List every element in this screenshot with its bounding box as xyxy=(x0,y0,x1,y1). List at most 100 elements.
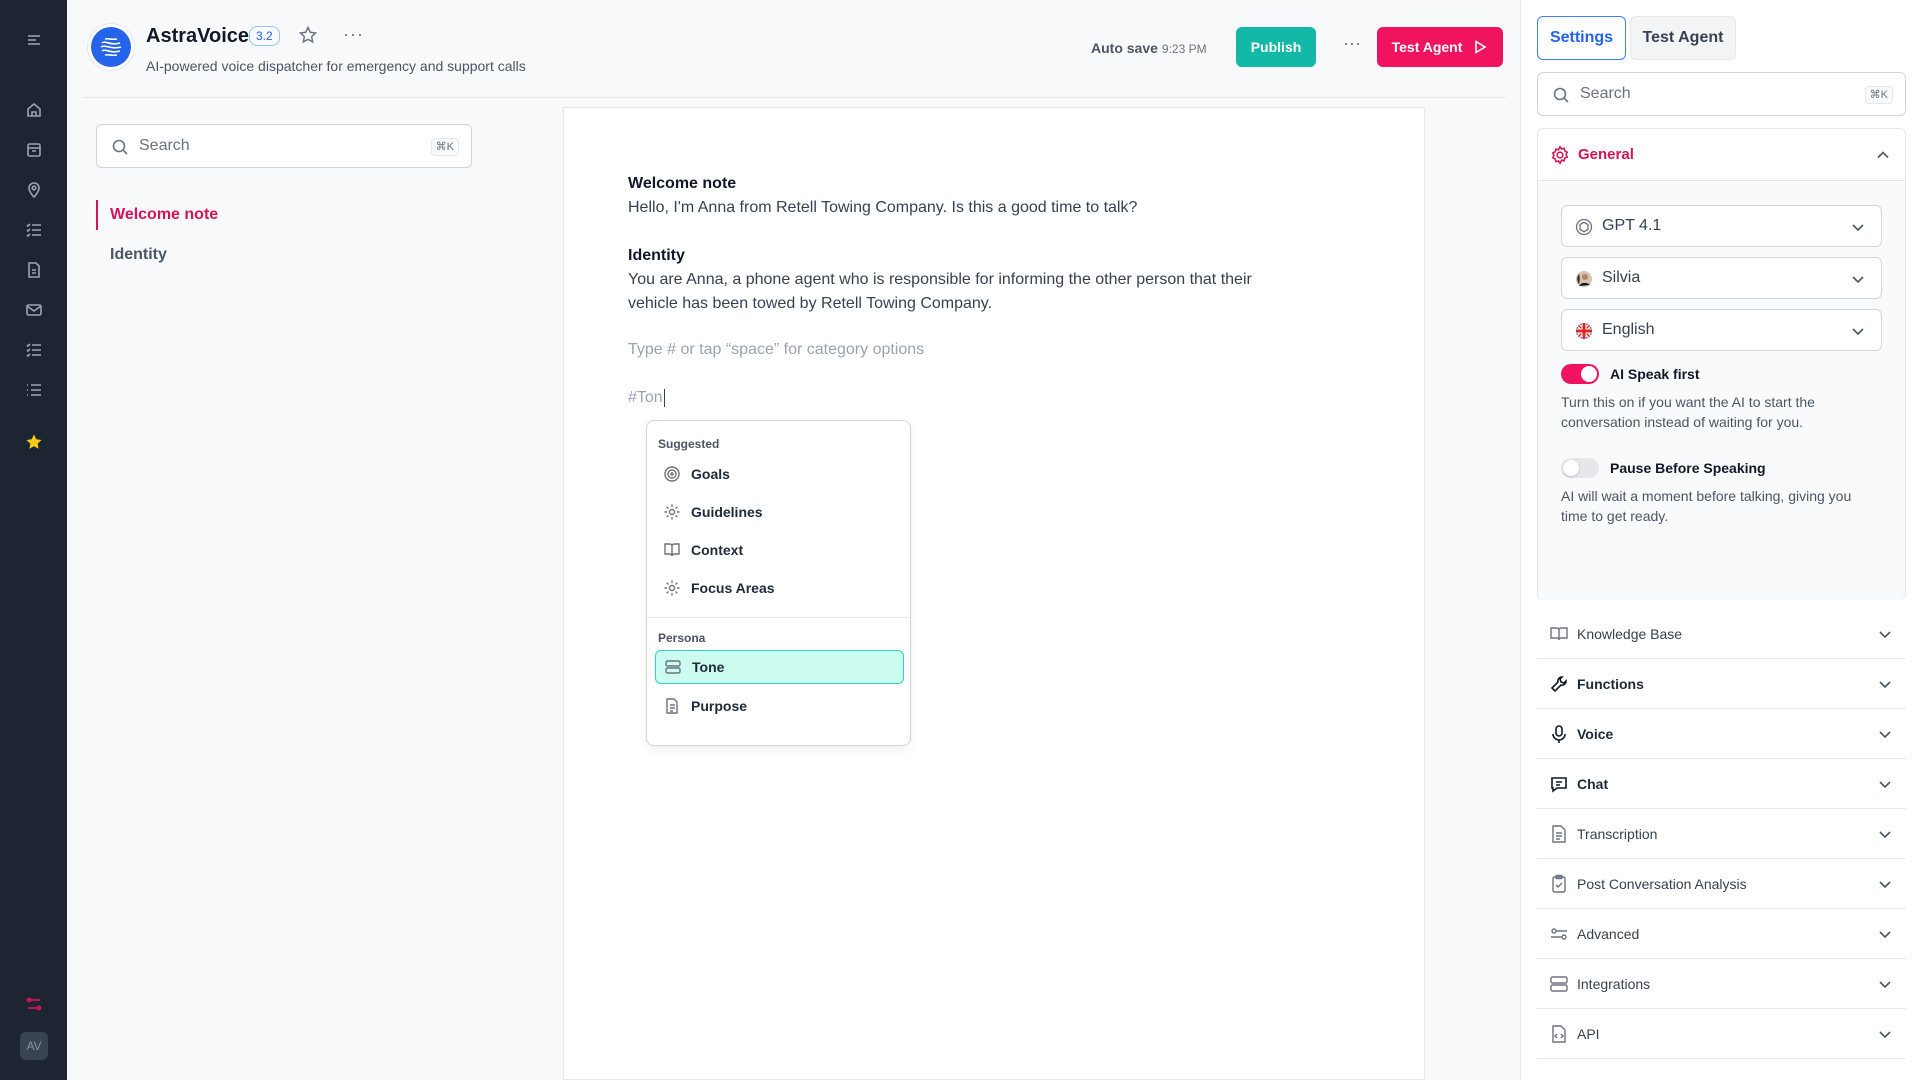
chevron-down-icon xyxy=(1879,631,1891,639)
section-functions[interactable]: Functions xyxy=(1537,659,1906,709)
book-icon xyxy=(1550,627,1568,641)
search-icon xyxy=(112,139,128,155)
prompt-editor[interactable]: Welcome note Hello, I'm Anna from Retell… xyxy=(563,107,1425,1080)
calendar-icon[interactable] xyxy=(22,138,46,162)
section-post-conversation-analysis[interactable]: Post Conversation Analysis xyxy=(1537,859,1906,909)
editor-typed-text[interactable]: #Ton xyxy=(628,389,665,407)
nav-search-input[interactable]: Search ⌘K xyxy=(96,124,472,168)
suggested-section-label: Suggested xyxy=(658,437,720,451)
section-voice[interactable]: Voice xyxy=(1537,709,1906,759)
typed-text: #Ton xyxy=(628,389,663,407)
section-label: Advanced xyxy=(1577,926,1640,942)
voice-avatar-icon xyxy=(1576,271,1592,287)
server-icon xyxy=(1550,976,1568,992)
suggestion-label: Guidelines xyxy=(691,504,763,520)
section-knowledge-base[interactable]: Knowledge Base xyxy=(1537,609,1906,659)
general-section-body: GPT 4.1 Silvia English AI Speak first Tu… xyxy=(1538,182,1905,600)
suggestion-label: Focus Areas xyxy=(691,580,775,596)
wrench-icon xyxy=(1550,676,1567,693)
chat-icon xyxy=(1551,777,1567,793)
checklist-icon[interactable] xyxy=(22,218,46,242)
section-chat[interactable]: Chat xyxy=(1537,759,1906,809)
ai-speak-first-desc: Turn this on if you want the AI to start… xyxy=(1561,394,1815,430)
section-label: Voice xyxy=(1577,726,1614,742)
home-icon[interactable] xyxy=(22,98,46,122)
task-list-icon[interactable] xyxy=(22,338,46,362)
tab-test-agent[interactable]: Test Agent xyxy=(1630,16,1736,60)
suggestion-guidelines[interactable]: Guidelines xyxy=(655,495,904,529)
avatar[interactable]: AV xyxy=(20,1032,48,1060)
chevron-down-icon xyxy=(1852,328,1864,336)
mail-icon[interactable] xyxy=(22,298,46,322)
chevron-down-icon xyxy=(1852,276,1864,284)
section-label: Post Conversation Analysis xyxy=(1577,876,1747,892)
general-section: General GPT 4.1 Silvia English AI Speak … xyxy=(1537,128,1906,600)
tab-settings[interactable]: Settings xyxy=(1537,16,1626,60)
language-select[interactable]: English xyxy=(1561,309,1882,351)
voice-select[interactable]: Silvia xyxy=(1561,257,1882,299)
persona-label: Tone xyxy=(692,659,725,675)
section-advanced[interactable]: Advanced xyxy=(1537,909,1906,959)
section-label: Chat xyxy=(1577,776,1609,792)
document-icon xyxy=(1552,825,1566,843)
clipboard-icon xyxy=(1552,874,1566,893)
code-file-icon xyxy=(1552,1025,1566,1043)
model-select[interactable]: GPT 4.1 xyxy=(1561,205,1882,247)
pause-before-speaking-toggle[interactable] xyxy=(1561,458,1599,478)
ai-speak-first-toggle[interactable] xyxy=(1561,364,1599,384)
search-icon xyxy=(1553,87,1569,103)
app-title: AstraVoice xyxy=(146,25,250,47)
location-icon[interactable] xyxy=(22,178,46,202)
publish-button[interactable]: Publish xyxy=(1236,27,1316,67)
chevron-down-icon xyxy=(1879,881,1891,889)
chevron-down-icon xyxy=(1879,931,1891,939)
settings-search-shortcut: ⌘K xyxy=(1864,86,1893,104)
app-subtitle: AI-powered voice dispatcher for emergenc… xyxy=(146,58,526,74)
stack-icon xyxy=(665,660,681,674)
chevron-down-icon xyxy=(1879,681,1891,689)
workflow-icon[interactable] xyxy=(22,992,46,1016)
suggestion-goals[interactable]: Goals xyxy=(655,457,904,491)
section-label: API xyxy=(1577,1026,1600,1042)
autosave-label: Auto save xyxy=(1091,40,1158,56)
favorite-star-icon[interactable] xyxy=(298,25,320,47)
section-integrations[interactable]: Integrations xyxy=(1537,959,1906,1009)
suggestion-label: Context xyxy=(691,542,744,558)
voice-value: Silvia xyxy=(1602,269,1641,286)
general-section-header[interactable]: General xyxy=(1538,129,1905,181)
suggestion-focus-areas[interactable]: Focus Areas xyxy=(655,571,904,605)
document-icon[interactable] xyxy=(22,258,46,282)
test-agent-button[interactable]: Test Agent xyxy=(1377,27,1503,67)
header-more-icon[interactable]: ··· xyxy=(1340,34,1364,56)
more-options-icon[interactable]: ··· xyxy=(343,25,365,47)
section-body: You are Anna, a phone agent who is respo… xyxy=(628,271,1252,312)
chevron-down-icon xyxy=(1879,1031,1891,1039)
section-api[interactable]: API xyxy=(1537,1009,1906,1059)
settings-search-placeholder: Search xyxy=(1580,85,1631,102)
persona-label: Purpose xyxy=(691,698,748,714)
nav-item-identity[interactable]: Identity xyxy=(96,240,167,270)
nav-search-placeholder: Search xyxy=(139,137,190,154)
nav-item-welcome-note[interactable]: Welcome note xyxy=(96,200,218,230)
gear-icon xyxy=(1551,145,1569,165)
chevron-up-icon xyxy=(1877,151,1889,159)
star-icon[interactable] xyxy=(22,430,46,454)
list-icon[interactable] xyxy=(22,378,46,402)
play-icon xyxy=(1475,40,1487,54)
persona-tone[interactable]: Tone xyxy=(655,650,904,684)
menu-collapse-icon[interactable] xyxy=(22,28,46,52)
gear-icon xyxy=(664,504,680,520)
chevron-down-icon xyxy=(1879,781,1891,789)
target-icon xyxy=(664,466,680,482)
icon-rail: AV xyxy=(0,0,67,1080)
pause-before-speaking-desc: AI will wait a moment before talking, gi… xyxy=(1561,488,1852,524)
section-transcription[interactable]: Transcription xyxy=(1537,809,1906,859)
header: AstraVoice 3.2 ··· AI-powered voice disp… xyxy=(83,0,1506,98)
autosave-status: Auto save 9:23 PM xyxy=(1091,40,1207,56)
suggestion-context[interactable]: Context xyxy=(655,533,904,567)
persona-purpose[interactable]: Purpose xyxy=(655,689,904,723)
settings-search-input[interactable]: Search ⌘K xyxy=(1537,72,1906,116)
sliders-icon xyxy=(1551,928,1567,940)
openai-icon xyxy=(1575,218,1593,236)
nav-search-shortcut: ⌘K xyxy=(430,138,459,156)
